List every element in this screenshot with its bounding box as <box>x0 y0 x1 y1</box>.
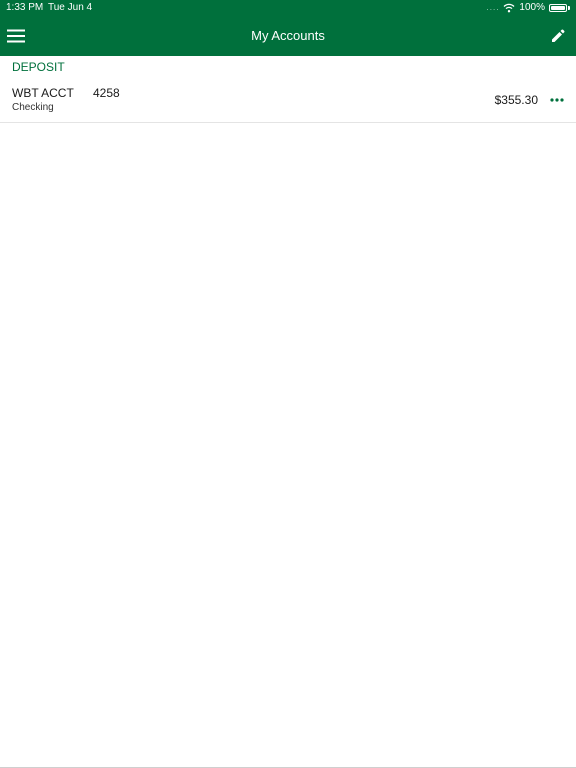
menu-button[interactable] <box>4 22 28 50</box>
account-row[interactable]: WBT ACCT 4258 Checking $355.30 <box>0 78 576 123</box>
nav-bar: My Accounts <box>0 16 576 56</box>
signal-icon: .... <box>486 3 500 12</box>
battery-icon <box>549 4 567 12</box>
battery-level <box>551 6 565 10</box>
page-title: My Accounts <box>251 28 325 43</box>
battery-tip <box>568 6 570 10</box>
status-indicators: .... 100% <box>487 0 570 16</box>
section-header-deposit: DEPOSIT <box>12 60 65 74</box>
account-type: Checking <box>12 102 54 113</box>
account-name: WBT ACCT <box>12 86 74 100</box>
status-bar: 1:33 PM Tue Jun 4 .... 100% <box>0 0 576 16</box>
edit-button[interactable] <box>546 22 570 50</box>
status-time: 1:33 PM <box>6 2 44 13</box>
account-balance: $355.30 <box>494 93 538 107</box>
battery-percent: 100% <box>519 2 545 13</box>
more-options-button[interactable] <box>548 91 566 109</box>
pencil-icon <box>552 29 565 42</box>
status-date: Tue Jun 4 <box>48 2 93 13</box>
app-header: 1:33 PM Tue Jun 4 .... 100% My Accounts <box>0 0 576 56</box>
ellipsis-icon <box>550 98 564 102</box>
hamburger-menu-icon <box>7 29 25 43</box>
wifi-icon <box>503 3 515 13</box>
account-number: 4258 <box>93 86 120 100</box>
